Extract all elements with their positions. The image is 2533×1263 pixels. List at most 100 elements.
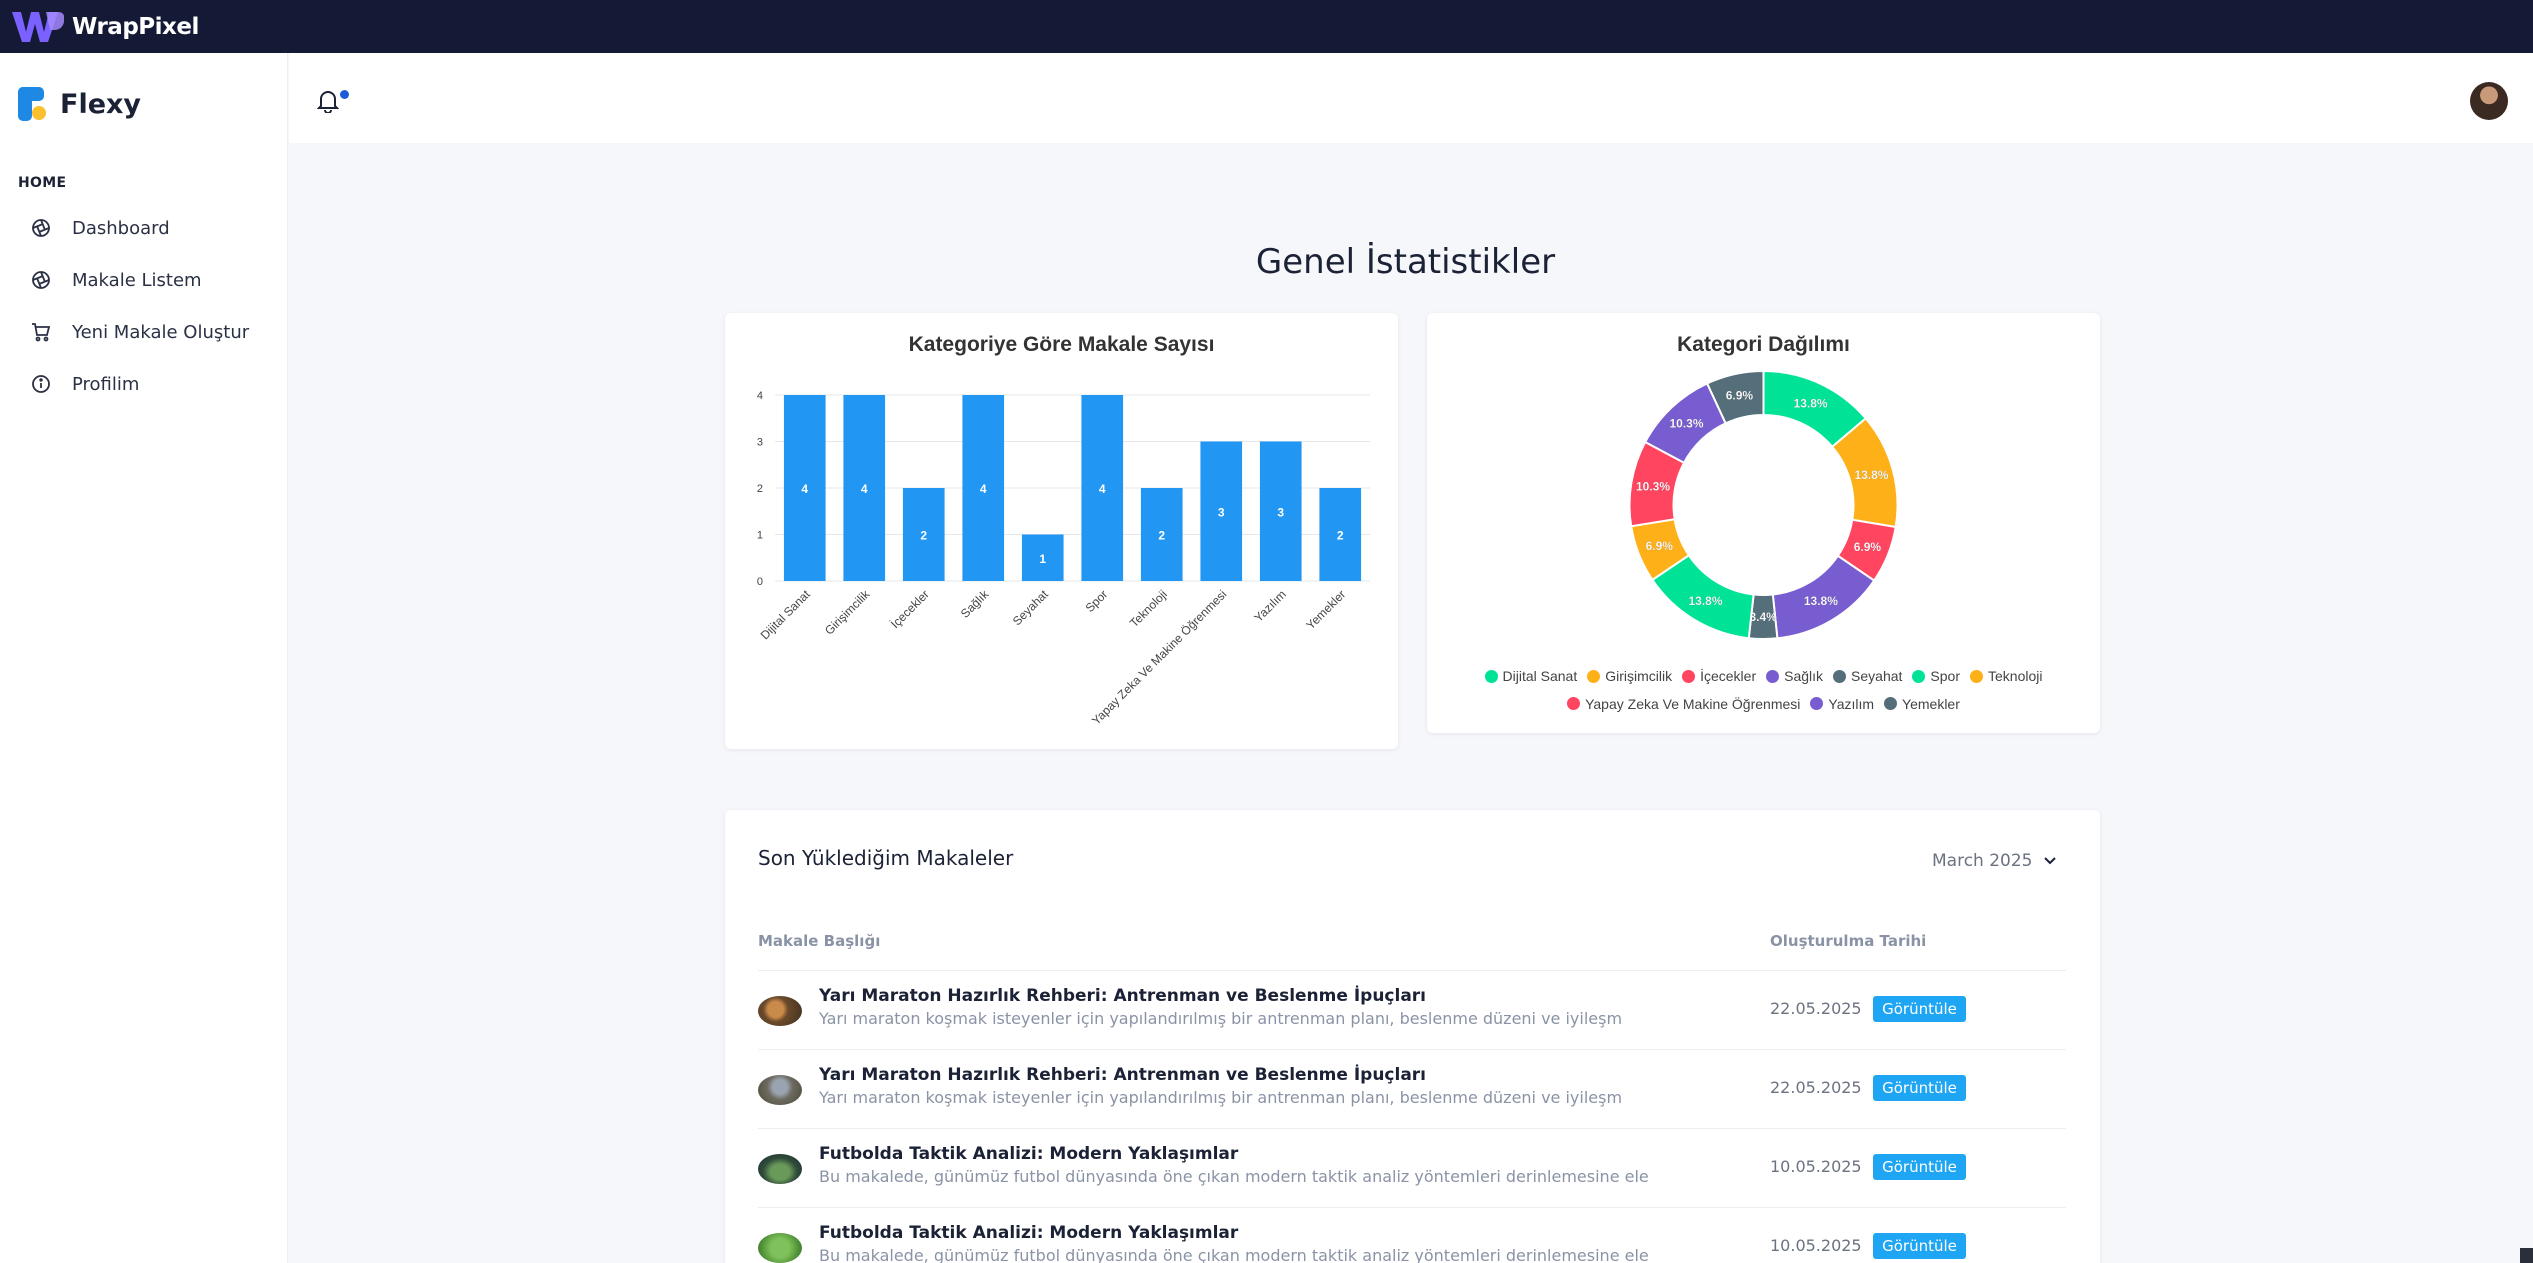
y-tick-label: 4 xyxy=(757,390,763,402)
top-banner: WrapPixel xyxy=(0,0,2533,53)
table-row: Futbolda Taktik Analizi: Modern Yaklaşım… xyxy=(758,1128,2066,1207)
recent-articles-title: Son Yüklediğim Makaleler xyxy=(758,846,1014,870)
x-tick-label: Teknoloji xyxy=(1127,587,1170,630)
column-header-date: Oluşturulma Tarihi xyxy=(1770,932,1927,950)
info-icon xyxy=(30,373,52,395)
legend-marker xyxy=(1567,697,1581,710)
x-tick-label: Dijital Sanat xyxy=(758,587,814,643)
column-header-title: Makale Başlığı xyxy=(758,932,881,950)
wrappixel-logo[interactable]: WrapPixel xyxy=(12,10,199,44)
bar-data-label: 3 xyxy=(1277,505,1284,519)
legend-marker xyxy=(1833,669,1847,683)
bell-icon[interactable] xyxy=(316,89,341,115)
article-title: Yarı Maraton Hazırlık Rehberi: Antrenman… xyxy=(819,986,1427,1006)
article-date: 22.05.2025 xyxy=(1770,999,1862,1018)
y-tick-label: 0 xyxy=(757,576,763,588)
sidebar-item-profilim[interactable]: Profilim xyxy=(20,364,270,404)
shopping-cart-icon xyxy=(30,321,52,343)
view-button[interactable]: Görüntüle xyxy=(1873,996,1966,1022)
x-tick-label: Sağlık xyxy=(958,587,992,621)
legend-marker xyxy=(1810,697,1824,710)
legend-label: İçecekler xyxy=(1700,668,1757,684)
flexy-logo-icon xyxy=(18,87,46,121)
legend-label: Yemekler xyxy=(1902,695,1960,712)
article-description: Bu makalede, günümüz futbol dünyasında ö… xyxy=(819,1167,1649,1186)
legend-marker xyxy=(1484,669,1498,683)
legend-label: Yazılım xyxy=(1828,695,1875,712)
x-tick-label: Yapay Zeka Ve Makine Öğrenmesi xyxy=(1089,587,1229,727)
bar-data-label: 4 xyxy=(861,482,868,496)
view-button[interactable]: Görüntüle xyxy=(1873,1233,1966,1259)
legend-marker xyxy=(1970,669,1983,683)
slice-data-label: 6.9% xyxy=(1726,389,1754,403)
month-select[interactable]: March 2025 xyxy=(1932,851,2057,871)
legend-label: Teknoloji xyxy=(1988,668,2043,684)
legend-marker xyxy=(1912,669,1926,683)
article-description: Yarı maraton koşmak isteyenler için yapı… xyxy=(819,1009,1623,1028)
slice-data-label: 6.9% xyxy=(1854,540,1882,554)
table-row: Yarı Maraton Hazırlık Rehberi: Antrenman… xyxy=(758,970,2066,1049)
legend-marker xyxy=(1587,669,1601,683)
slice-data-label: 13.8% xyxy=(1794,396,1828,410)
article-date: 10.05.2025 xyxy=(1770,1236,1862,1255)
wrappixel-brand: WrapPixel xyxy=(72,13,199,40)
slice-data-label: 3.4% xyxy=(1749,610,1777,624)
legend-item[interactable]: Yemekler xyxy=(1884,691,1960,717)
article-thumbnail xyxy=(758,1075,802,1105)
y-tick-label: 3 xyxy=(757,437,763,449)
article-date: 10.05.2025 xyxy=(1770,1157,1862,1176)
donut-chart: 13.8% 13.8% 6.9% 13.8% 3.4% 13.8% 6.9% 10.3% 10.… xyxy=(1628,369,1899,640)
legend-item[interactable]: Seyahat xyxy=(1833,663,1902,689)
slice-data-label: 6.9% xyxy=(1646,539,1674,553)
flexy-brand[interactable]: Flexy xyxy=(18,87,141,121)
legend-label: Girişimcilik xyxy=(1605,668,1673,684)
view-button[interactable]: Görüntüle xyxy=(1873,1154,1966,1180)
x-tick-label: Spor xyxy=(1083,587,1111,615)
bar-data-label: 4 xyxy=(801,482,808,496)
slice-data-label: 13.8% xyxy=(1689,594,1723,608)
legend-item[interactable]: Yazılım xyxy=(1810,691,1874,717)
legend-label: Spor xyxy=(1930,668,1960,684)
legend-item[interactable]: Girişimcilik xyxy=(1587,663,1672,689)
bar-data-label: 2 xyxy=(1158,529,1165,543)
article-title: Futbolda Taktik Analizi: Modern Yaklaşım… xyxy=(819,1223,1239,1243)
bar-chart: 0 1 2 3 4 4 Dijital Sanat 4 Girişimcilik 2 İçecekl… xyxy=(757,390,1370,728)
sidebar-item-label: Yeni Makale Oluştur xyxy=(72,321,250,343)
table-row: Yarı Maraton Hazırlık Rehberi: Antrenman… xyxy=(758,1049,2066,1128)
brand-name: Flexy xyxy=(60,88,142,120)
bar-data-label: 4 xyxy=(980,482,987,496)
slice-data-label: 13.8% xyxy=(1804,594,1838,608)
article-title: Yarı Maraton Hazırlık Rehberi: Antrenman… xyxy=(819,1065,1427,1085)
article-date: 22.05.2025 xyxy=(1770,1078,1862,1097)
aperture-icon xyxy=(30,217,52,239)
recent-articles-card: Son Yüklediğim Makaleler March 2025 Maka… xyxy=(725,810,2100,1263)
x-tick-label: Yazılım xyxy=(1251,587,1289,625)
legend-item[interactable]: Yapay Zeka Ve Makine Öğrenmesi xyxy=(1567,691,1800,717)
legend-marker xyxy=(1766,669,1780,683)
article-thumbnail xyxy=(758,996,802,1026)
view-button[interactable]: Görüntüle xyxy=(1873,1075,1966,1101)
legend-label: Dijital Sanat xyxy=(1502,668,1578,684)
legend-item[interactable]: İçecekler xyxy=(1682,663,1756,689)
legend-label: Yapay Zeka Ve Makine Öğrenmesi xyxy=(1585,695,1801,712)
article-thumbnail xyxy=(758,1154,802,1184)
legend-item[interactable]: Teknoloji xyxy=(1970,663,2042,689)
legend-item[interactable]: Spor xyxy=(1912,663,1960,689)
bar-data-label: 3 xyxy=(1218,505,1225,519)
corner-widget xyxy=(2520,1248,2533,1263)
wrappixel-logo-icon xyxy=(12,11,64,42)
sidebar-item-yeni-makale[interactable]: Yeni Makale Oluştur xyxy=(20,312,270,352)
user-avatar[interactable] xyxy=(2470,82,2508,120)
article-thumbnail xyxy=(758,1233,802,1263)
legend-marker xyxy=(1884,697,1898,710)
top-header xyxy=(289,53,2533,143)
bar-data-label: 1 xyxy=(1039,552,1046,566)
sidebar: Flexy HOME Dashboard Makale Listem Yeni … xyxy=(0,53,288,1263)
legend-item[interactable]: Dijital Sanat xyxy=(1484,663,1578,689)
x-tick-label: Girişimcilik xyxy=(822,587,873,638)
y-tick-label: 1 xyxy=(757,530,763,542)
bar-chart-card: Kategoriye Göre Makale Sayısı 0 1 2 3 4 4 Diji… xyxy=(725,313,1398,749)
donut-legend: Dijital Sanat Girişimcilik İçecekler Sağlık… xyxy=(1427,663,2100,718)
month-select-value: March 2025 xyxy=(1932,851,2033,871)
legend-item[interactable]: Sağlık xyxy=(1766,663,1823,689)
